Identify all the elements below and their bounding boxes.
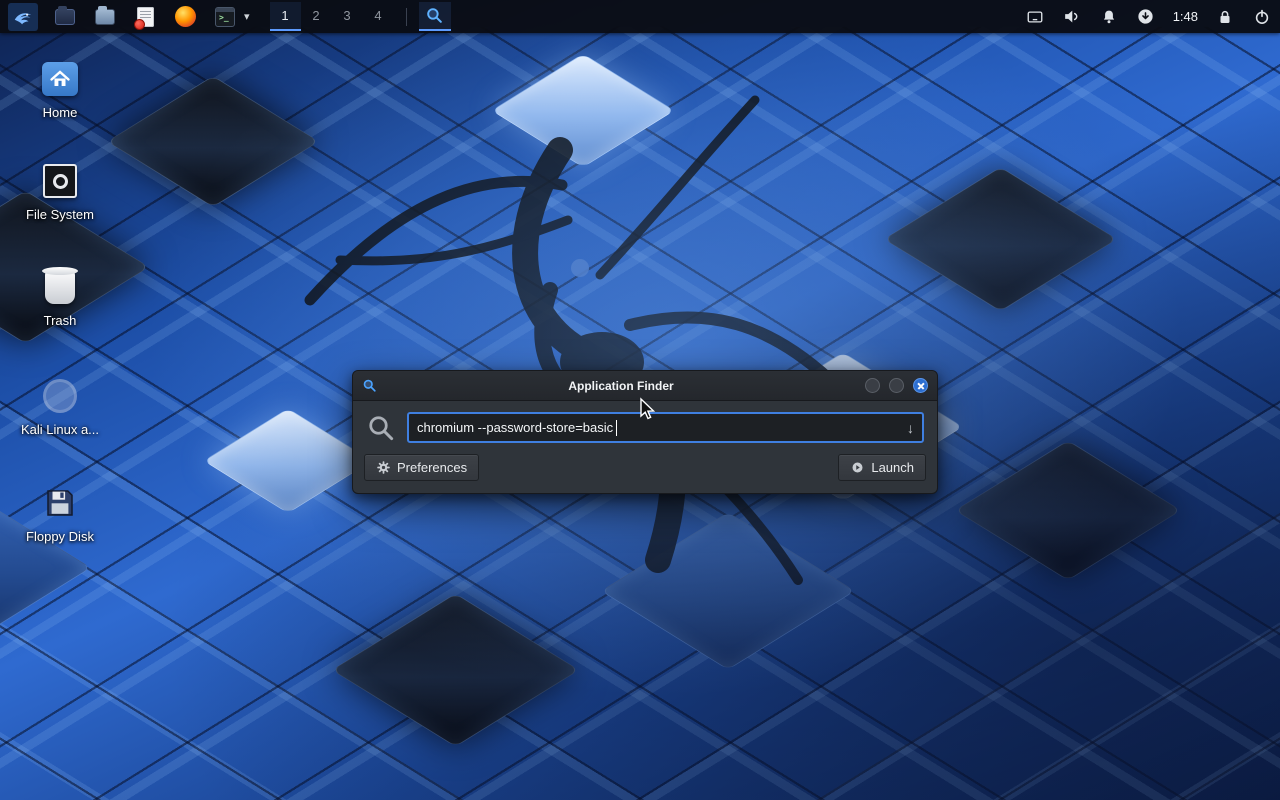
wallpaper-cube — [955, 440, 1181, 580]
launch-button[interactable]: Launch — [838, 454, 926, 481]
desktop-icon-file-system[interactable]: File System — [12, 160, 108, 223]
maximize-button[interactable] — [889, 378, 904, 393]
kali-dragon-silhouette — [250, 90, 890, 610]
text-editor-icon — [137, 7, 154, 27]
kali-logo-icon — [12, 6, 34, 28]
desktop-icon-label: Trash — [44, 314, 77, 329]
search-row: chromium --password-store=basic — [353, 401, 937, 450]
desktop-icon-label: Floppy Disk — [26, 530, 94, 545]
window-controls — [865, 378, 928, 393]
home-icon — [39, 58, 81, 100]
dark-folder-icon — [55, 9, 75, 25]
gear-icon — [376, 460, 391, 475]
trash-icon — [39, 266, 81, 308]
workspace-button-2[interactable]: 2 — [301, 2, 332, 31]
firefox-launcher[interactable] — [172, 4, 198, 30]
wallpaper-cube — [884, 167, 1117, 312]
workspace-button-4[interactable]: 4 — [363, 2, 394, 31]
top-panel: 1 2 3 4 1:48 — [0, 0, 1280, 33]
panel-separator — [406, 8, 407, 26]
close-button[interactable] — [913, 378, 928, 393]
power-logout-icon[interactable] — [1252, 7, 1272, 27]
firefox-icon — [175, 6, 196, 27]
clock[interactable]: 1:48 — [1173, 9, 1198, 24]
status-orb-icon[interactable] — [1136, 7, 1156, 27]
chevron-down-icon[interactable] — [244, 10, 250, 23]
desktop-icon-label: Kali Linux a... — [21, 423, 99, 438]
minimize-button[interactable] — [865, 378, 880, 393]
titlebar[interactable]: Application Finder — [353, 371, 937, 401]
file-manager-launcher[interactable] — [52, 4, 78, 30]
text-editor-launcher[interactable] — [132, 4, 158, 30]
file-system-icon — [39, 160, 81, 202]
application-finder-window: Application Finder chromium --password-s… — [352, 370, 938, 494]
preferences-button[interactable]: Preferences — [364, 454, 479, 481]
terminal-launcher[interactable] — [212, 4, 238, 30]
desktop-icon-home[interactable]: Home — [12, 58, 108, 121]
command-input-value: chromium --password-store=basic — [417, 420, 613, 435]
desktop-icon-label: Home — [43, 106, 78, 121]
text-caret — [616, 420, 617, 436]
launch-label: Launch — [871, 460, 914, 475]
search-icon — [366, 413, 396, 443]
terminal-icon — [215, 7, 235, 27]
files-launcher[interactable] — [92, 4, 118, 30]
panel-launchers — [8, 3, 250, 31]
notifications-bell-icon[interactable] — [1099, 7, 1119, 27]
desktop-icon-trash[interactable]: Trash — [12, 266, 108, 329]
window-title: Application Finder — [385, 379, 857, 393]
floppy-disk-icon — [39, 482, 81, 524]
command-input[interactable]: chromium --password-store=basic — [407, 412, 924, 443]
workspace-button-1[interactable]: 1 — [270, 2, 301, 31]
desktop-icon-floppy-disk[interactable]: Floppy Disk — [12, 482, 108, 545]
desktop-icon-kali-linux[interactable]: Kali Linux a... — [12, 375, 108, 438]
workspace-pager: 1 2 3 4 — [270, 2, 394, 31]
button-row: Preferences Launch — [353, 450, 937, 493]
applications-menu-button[interactable] — [8, 3, 38, 31]
panel-tray: 1:48 — [1025, 7, 1272, 27]
red-badge-icon — [134, 19, 145, 30]
dropdown-arrow-icon[interactable] — [899, 420, 914, 436]
desktop-icon-label: File System — [26, 208, 94, 223]
taskbar-application-finder-button[interactable] — [419, 2, 451, 31]
display-tray-icon[interactable] — [1025, 7, 1045, 27]
preferences-label: Preferences — [397, 460, 467, 475]
volume-icon[interactable] — [1062, 7, 1082, 27]
lock-screen-icon[interactable] — [1215, 7, 1235, 27]
launch-icon — [850, 460, 865, 475]
folder-icon — [95, 9, 115, 25]
workspace-button-3[interactable]: 3 — [332, 2, 363, 31]
magnifier-icon — [425, 6, 444, 25]
desktop: 1 2 3 4 1:48 — [0, 0, 1280, 800]
kali-folder-icon — [39, 375, 81, 417]
application-finder-icon — [362, 378, 377, 393]
wallpaper-cube — [332, 593, 579, 746]
